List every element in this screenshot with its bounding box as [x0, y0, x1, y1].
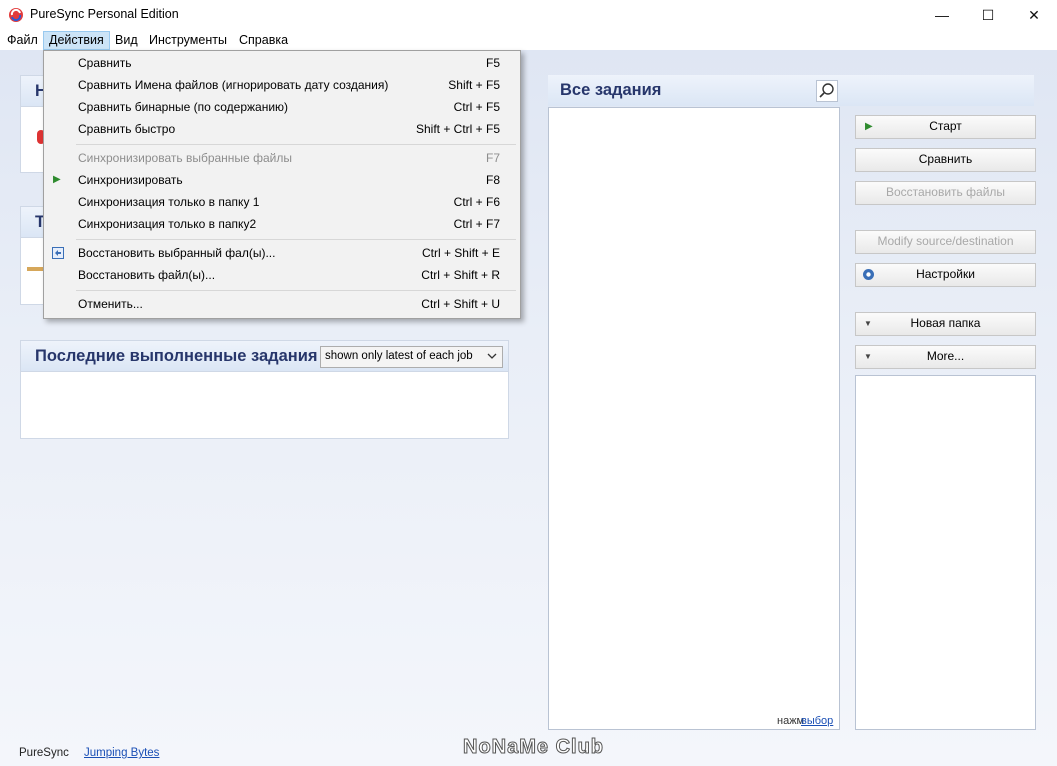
play-icon: ▶	[53, 174, 61, 185]
triangle-down-icon: ▼	[864, 319, 872, 328]
modify-source-destination-button[interactable]: Modify source/destination	[855, 230, 1036, 254]
menu-item-restore-files[interactable]: Восстановить файл(ы)... Ctrl + Shift + R	[44, 264, 520, 286]
close-icon: ✕	[1028, 6, 1040, 23]
play-icon: ▶	[865, 121, 873, 132]
start-button[interactable]: ▶ Старт	[855, 115, 1036, 139]
start-label: Старт	[929, 119, 962, 133]
menu-tools[interactable]: Инструменты	[144, 32, 232, 49]
new-folder-label: Новая папка	[910, 316, 981, 330]
menu-item-synchronize[interactable]: ▶ Синхронизировать F8	[44, 169, 520, 191]
minimize-button[interactable]: —	[919, 0, 965, 30]
recent-jobs-title: Последние выполненные задания	[35, 347, 318, 365]
compare-button[interactable]: Сравнить	[855, 148, 1036, 172]
triangle-down-icon: ▼	[864, 352, 872, 361]
chevron-down-icon	[487, 353, 497, 359]
close-button[interactable]: ✕	[1011, 0, 1057, 30]
maximize-icon: ☐	[981, 6, 995, 23]
restore-files-button[interactable]: Восстановить файлы	[855, 181, 1036, 205]
menu-item-sync-selected[interactable]: Синхронизировать выбранные файлы F7	[44, 147, 520, 169]
settings-button[interactable]: Настройки	[855, 263, 1036, 287]
jobs-list[interactable]: нажм выбор	[548, 107, 840, 730]
jobs-select-link[interactable]: выбор	[801, 715, 833, 727]
menu-separator	[76, 290, 516, 291]
menu-separator	[76, 144, 516, 145]
menu-item-compare[interactable]: Сравнить F5	[44, 52, 520, 74]
menu-item-compare-names[interactable]: Сравнить Имена файлов (игнорировать дату…	[44, 74, 520, 96]
status-app-name: PureSync	[19, 747, 69, 759]
search-button[interactable]	[816, 80, 838, 102]
menu-item-sync-folder1[interactable]: Синхронизация только в папку 1 Ctrl + F6	[44, 191, 520, 213]
new-folder-button[interactable]: ▼ Новая папка	[855, 312, 1036, 336]
menu-item-compare-fast[interactable]: Сравнить быстро Shift + Ctrl + F5	[44, 118, 520, 140]
menu-item-sync-folder2[interactable]: Синхронизация только в папку2 Ctrl + F7	[44, 213, 520, 235]
recent-filter-select[interactable]: shown only latest of each job	[320, 346, 503, 368]
title-bar: PureSync Personal Edition — ☐ ✕	[0, 0, 1057, 30]
menu-item-cancel[interactable]: Отменить... Ctrl + Shift + U	[44, 293, 520, 315]
search-icon	[819, 83, 834, 98]
restore-icon	[52, 247, 64, 259]
details-panel	[855, 375, 1036, 730]
maximize-button[interactable]: ☐	[965, 0, 1011, 30]
menu-help[interactable]: Справка	[234, 32, 293, 49]
menu-view[interactable]: Вид	[110, 32, 143, 49]
menu-item-restore-selected[interactable]: Восстановить выбранный фал(ы)... Ctrl + …	[44, 242, 520, 264]
all-jobs-title: Все задания	[560, 81, 662, 99]
vendor-link[interactable]: Jumping Bytes	[84, 747, 159, 759]
menu-file[interactable]: Файл	[2, 32, 43, 49]
menu-actions[interactable]: Действия	[43, 31, 110, 50]
settings-label: Настройки	[916, 267, 975, 281]
all-jobs-header: Все задания	[548, 75, 1034, 106]
puresync-logo-icon	[9, 8, 23, 22]
more-label: More...	[926, 349, 965, 363]
recent-filter-value: shown only latest of each job	[325, 350, 473, 362]
compare-label: Сравнить	[918, 152, 973, 166]
minimize-icon: —	[935, 7, 949, 23]
window-title: PureSync Personal Edition	[30, 7, 179, 21]
menu-bar: Файл Действия Вид Инструменты Справка	[0, 30, 1057, 50]
restore-files-label: Восстановить файлы	[885, 185, 1006, 199]
actions-dropdown-menu: Сравнить F5 Сравнить Имена файлов (игнор…	[43, 50, 521, 319]
modify-label: Modify source/destination	[877, 234, 1014, 248]
more-button[interactable]: ▼ More...	[855, 345, 1036, 369]
watermark: NoNaMe Club	[463, 736, 604, 759]
menu-separator	[76, 239, 516, 240]
gear-icon	[863, 269, 874, 280]
menu-item-compare-binary[interactable]: Сравнить бинарные (по содержанию) Ctrl +…	[44, 96, 520, 118]
